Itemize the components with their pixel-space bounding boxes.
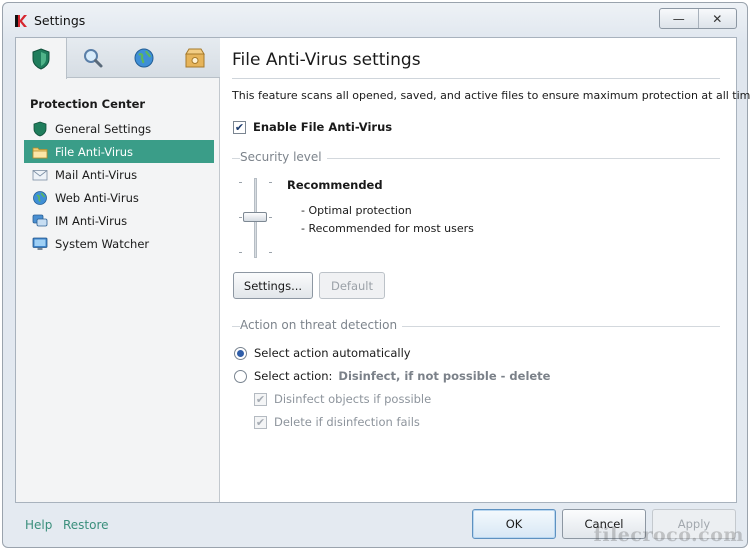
- sidebar-item-label: General Settings: [55, 121, 152, 136]
- page-title: File Anti-Virus settings: [232, 50, 421, 70]
- globe-icon: [134, 48, 153, 68]
- enable-file-anti-virus-checkbox[interactable]: ✔ Enable File Anti-Virus: [233, 120, 392, 134]
- help-link[interactable]: Help: [25, 518, 52, 532]
- manual-action-value: Disinfect, if not possible - delete: [338, 369, 551, 383]
- tab-protection[interactable]: [16, 38, 67, 79]
- category-tabs: [16, 38, 220, 79]
- action-section-label: Action on threat detection: [240, 318, 403, 332]
- minimize-button[interactable]: —: [660, 9, 698, 28]
- checkbox-box[interactable]: ✔: [233, 120, 246, 134]
- sidebar-item-mail-anti-virus[interactable]: Mail Anti-Virus: [24, 163, 214, 186]
- chat-icon: [32, 213, 48, 229]
- box-gear-icon: [184, 48, 205, 68]
- folder-icon: [32, 144, 48, 160]
- globe-icon: [32, 190, 48, 206]
- checkbox-box[interactable]: ✔: [254, 415, 267, 429]
- sidebar-item-label: Web Anti-Virus: [55, 190, 139, 205]
- security-level-slider[interactable]: [239, 178, 273, 258]
- auto-action-radio[interactable]: Select action automatically: [234, 346, 411, 360]
- auto-action-label: Select action automatically: [254, 346, 411, 360]
- sidebar-item-label: File Anti-Virus: [55, 144, 134, 159]
- delete-checkbox[interactable]: ✔ Delete if disinfection fails: [254, 415, 420, 429]
- title-bar[interactable]: Settings — ✕: [3, 3, 747, 37]
- shield-icon: [32, 121, 48, 137]
- sidebar-item-im-anti-virus[interactable]: IM Anti-Virus: [24, 209, 214, 232]
- slider-tick: [269, 252, 272, 253]
- sidebar-item-label: IM Anti-Virus: [55, 213, 128, 228]
- monitor-icon: [32, 236, 48, 252]
- slider-tick: [239, 217, 242, 218]
- nav-heading: Protection Center: [30, 97, 146, 111]
- level-description-line: - Optimal protection: [301, 204, 412, 217]
- kaspersky-logo-icon: [13, 13, 29, 29]
- slider-tick: [239, 182, 242, 183]
- security-level-name: Recommended: [287, 178, 383, 192]
- feature-description: This feature scans all opened, saved, an…: [232, 89, 750, 102]
- checkbox-box[interactable]: ✔: [254, 392, 267, 406]
- slider-tick: [239, 252, 242, 253]
- sidebar-item-system-watcher[interactable]: System Watcher: [24, 232, 214, 255]
- site-watermark: filecroco.com: [593, 524, 744, 546]
- sidebar-nav: General Settings File Anti-Virus Mail An…: [24, 117, 214, 255]
- title-divider: [232, 78, 720, 79]
- magnifier-icon: [83, 49, 102, 68]
- tab-update[interactable]: [118, 38, 169, 78]
- disinfect-label: Disinfect objects if possible: [274, 392, 432, 406]
- radio-button[interactable]: [234, 369, 247, 383]
- settings-client-area: Protection Center General Settings File …: [15, 37, 750, 503]
- settings-button[interactable]: Settings...: [233, 272, 313, 299]
- default-button[interactable]: Default: [319, 272, 385, 299]
- settings-window: Settings — ✕ Protection Center General S…: [2, 2, 750, 548]
- enable-label: Enable File Anti-Virus: [253, 120, 393, 134]
- sidebar-item-label: Mail Anti-Virus: [55, 167, 138, 182]
- sidebar-item-label: System Watcher: [55, 236, 150, 251]
- sidebar-item-general-settings[interactable]: General Settings: [24, 117, 214, 140]
- close-button[interactable]: ✕: [697, 9, 737, 28]
- slider-tick: [269, 217, 272, 218]
- restore-link[interactable]: Restore: [63, 518, 109, 532]
- envelope-icon: [32, 167, 48, 183]
- slider-tick: [269, 182, 272, 183]
- shield-icon: [32, 47, 50, 70]
- window-controls: — ✕: [659, 8, 737, 29]
- settings-content: File Anti-Virus settings This feature sc…: [221, 38, 750, 502]
- sidebar-item-web-anti-virus[interactable]: Web Anti-Virus: [24, 186, 214, 209]
- disinfect-checkbox[interactable]: ✔ Disinfect objects if possible: [254, 392, 431, 406]
- window-title: Settings: [34, 13, 86, 28]
- radio-button[interactable]: [234, 346, 247, 360]
- security-level-label: Security level: [240, 150, 327, 164]
- manual-action-radio[interactable]: Select action: Disinfect, if not possibl…: [234, 369, 550, 383]
- left-pane: Protection Center General Settings File …: [16, 38, 220, 502]
- sidebar-item-file-anti-virus[interactable]: File Anti-Virus: [24, 140, 214, 163]
- delete-label: Delete if disinfection fails: [274, 415, 420, 429]
- manual-action-label: Select action:: [254, 369, 333, 383]
- tab-advanced[interactable]: [169, 38, 220, 78]
- tab-scan[interactable]: [67, 38, 118, 78]
- level-description-line: - Recommended for most users: [301, 222, 474, 235]
- ok-button[interactable]: OK: [472, 509, 556, 539]
- slider-thumb[interactable]: [243, 212, 267, 222]
